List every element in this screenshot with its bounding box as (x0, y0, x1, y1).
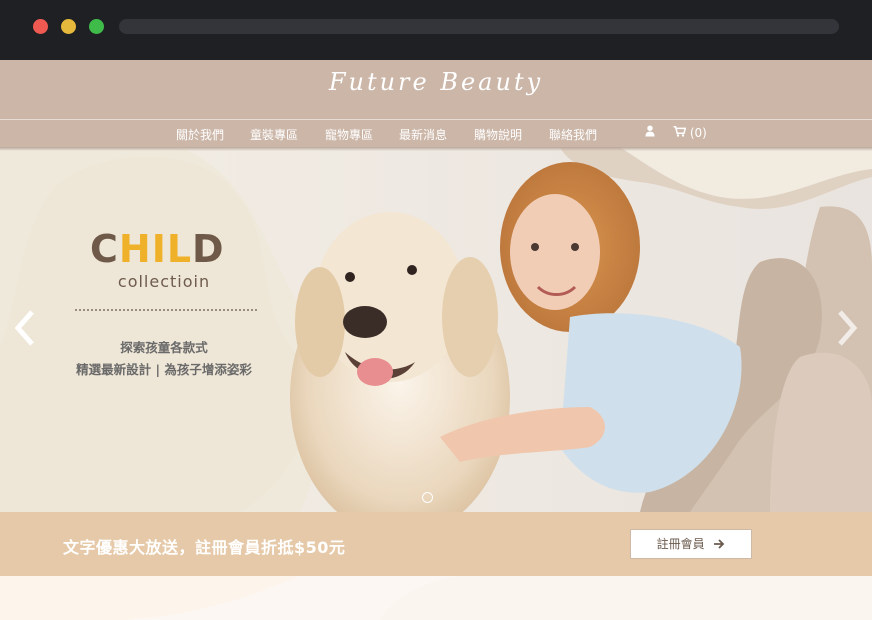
cart-count: (0) (689, 126, 707, 140)
hero-description-line1: 探索孩童各款式 (120, 340, 208, 355)
hero-title: CHILD (90, 227, 225, 271)
arrow-right-icon (714, 531, 725, 559)
nav-item-pets[interactable]: 寵物專區 (325, 126, 373, 143)
register-button-label: 註冊會員 (656, 537, 705, 551)
carousel-prev-button[interactable] (14, 310, 36, 355)
site-header: Future Beauty 關於我們 童裝專區 寵物專區 最新消息 購物說明 聯… (0, 60, 872, 147)
hero-title-c: C (90, 227, 119, 271)
browser-chrome (0, 0, 872, 60)
register-button[interactable]: 註冊會員 (630, 529, 752, 559)
maximize-window-button[interactable] (89, 19, 104, 34)
cart-button[interactable]: (0) (673, 126, 707, 140)
hero-divider (75, 309, 257, 311)
carousel-indicator[interactable] (422, 492, 433, 503)
nav-item-news[interactable]: 最新消息 (399, 126, 447, 143)
nav-item-shopping-guide[interactable]: 購物說明 (474, 126, 522, 143)
site-logo[interactable]: Future Beauty (0, 68, 872, 96)
hero-title-hil: HIL (118, 227, 193, 271)
nav-item-contact[interactable]: 聯絡我們 (549, 126, 597, 143)
minimize-window-button[interactable] (61, 19, 76, 34)
chevron-right-icon (836, 310, 858, 355)
address-bar[interactable] (119, 19, 839, 34)
cart-icon (673, 126, 690, 140)
hero-image (0, 147, 872, 512)
next-section-preview (0, 576, 872, 620)
decorative-shape (0, 576, 872, 620)
hero-subtitle: collectioin (117, 272, 211, 291)
close-window-button[interactable] (33, 19, 48, 34)
hero-carousel: CHILD collectioin 探索孩童各款式 精選最新設計 | 為孩子增添… (0, 147, 872, 512)
hero-description-line2: 精選最新設計 | 為孩子增添姿彩 (76, 362, 252, 377)
nav-item-kids[interactable]: 童裝專區 (250, 126, 298, 143)
main-nav: 關於我們 童裝專區 寵物專區 最新消息 購物說明 聯絡我們 (0) (0, 120, 872, 147)
carousel-next-button[interactable] (836, 310, 858, 355)
hero-title-d: D (192, 227, 225, 271)
promo-text: 文字優惠大放送，註冊會員折抵$50元 (63, 538, 346, 557)
nav-item-about[interactable]: 關於我們 (176, 126, 224, 143)
user-icon[interactable] (645, 125, 655, 140)
promo-bar: 文字優惠大放送，註冊會員折抵$50元 註冊會員 (0, 512, 872, 576)
header-shadow (0, 147, 872, 151)
chevron-left-icon (14, 310, 36, 355)
